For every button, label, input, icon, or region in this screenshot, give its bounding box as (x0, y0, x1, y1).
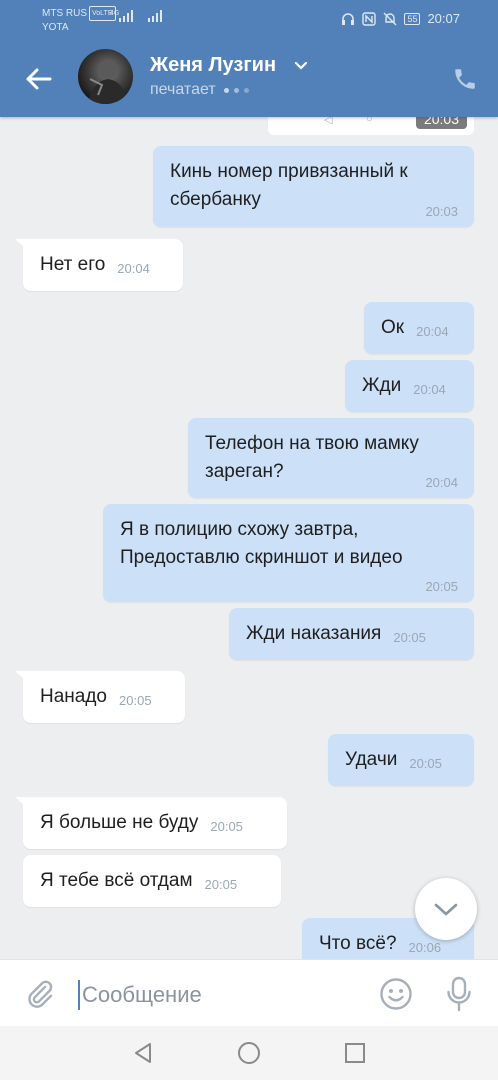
microphone-icon[interactable] (446, 976, 472, 1012)
typing-label: печатает (150, 81, 216, 98)
message-text: Что всё? (319, 933, 397, 954)
message-time: 20:05 (393, 630, 426, 645)
message-time: 20:04 (425, 475, 458, 490)
phone-icon[interactable] (452, 66, 478, 92)
typing-dots (223, 87, 249, 93)
message-composer (0, 959, 498, 1027)
battery-indicator: 55 (404, 12, 421, 25)
message-time: 20:04 (117, 261, 150, 276)
nfc-icon (362, 11, 377, 26)
message-bubble-outgoing[interactable]: Удачи 20:05 (328, 734, 474, 786)
message-bubble-incoming[interactable]: Я тебе всё отдам 20:05 (23, 855, 281, 907)
signal-2-icon (148, 10, 162, 22)
nav-recents-icon[interactable] (343, 1041, 367, 1065)
nav-home-thumb-icon: ○ (366, 117, 373, 125)
message-time: 20:05 (425, 579, 458, 594)
message-text: Жди (362, 375, 402, 396)
system-navigation-bar (0, 1026, 498, 1080)
contact-name[interactable]: Женя Лузгин (150, 54, 276, 77)
message-bubble-outgoing[interactable]: Ок 20:04 (364, 302, 474, 354)
carrier-2: YOTA (42, 22, 69, 33)
message-text: Удачи (345, 749, 398, 770)
chevron-down-icon[interactable] (294, 61, 308, 71)
message-text: Я больше не буду (40, 812, 199, 833)
avatar[interactable] (78, 49, 133, 104)
message-time: 20:04 (416, 324, 449, 339)
bubble-tail (15, 671, 33, 687)
message-bubble-incoming[interactable]: Нет его 20:04 (15, 239, 183, 291)
message-bubble-outgoing[interactable]: Я в полицию схожу завтра, Предоставлю ск… (103, 504, 474, 602)
nav-back-thumb-icon: ◁ (324, 117, 333, 126)
message-bubble-incoming[interactable]: Нанадо 20:05 (15, 671, 185, 723)
signal-icon (119, 10, 133, 22)
message-bubble-outgoing[interactable]: Телефон на твою мамку зареган? 20:04 (188, 418, 474, 498)
mute-icon (383, 12, 397, 25)
message-input[interactable] (82, 978, 362, 1012)
message-bubble-outgoing[interactable]: Жди наказания 20:05 (229, 608, 474, 660)
bubble-tail (15, 797, 33, 813)
message-time: 20:05 (204, 877, 238, 892)
message-time: 20:04 (413, 382, 446, 397)
message-text: Телефон на твою мамку зареган? (205, 433, 419, 482)
message-bubble-outgoing[interactable]: Жди 20:04 (345, 360, 474, 412)
message-text: Нанадо (40, 686, 108, 707)
message-time: 20:05 (409, 756, 442, 771)
message-time: 20:06 (408, 940, 442, 955)
message-time: 20:05 (119, 693, 152, 708)
image-time-badge: 20:03 (415, 117, 467, 129)
scroll-to-bottom-button[interactable] (415, 878, 477, 940)
status-right: 55 20:07 (341, 11, 460, 26)
carrier-info: MTS RUS VoLTE YOTA (42, 6, 116, 34)
clock: 20:07 (427, 11, 460, 26)
carrier-1: MTS RUS (42, 8, 87, 19)
message-bubble-incoming[interactable]: Я больше не буду 20:05 (15, 797, 287, 849)
message-bubble-outgoing[interactable]: Кинь номер привязанный к сбербанку 20:03 (153, 146, 474, 227)
nav-back-icon[interactable] (131, 1041, 155, 1065)
message-text: Нет его (40, 254, 106, 275)
message-text: Ок (381, 317, 405, 338)
bubble-tail (15, 239, 33, 255)
message-text: Я тебе всё отдам (40, 870, 193, 891)
nav-home-icon[interactable] (237, 1041, 261, 1065)
message-text: Жди наказания (246, 623, 382, 644)
chat-header: MTS RUS VoLTE YOTA 4G 55 20:07 Женя Лузги… (0, 0, 498, 117)
smiley-icon[interactable] (379, 977, 413, 1011)
chevron-down-icon (434, 903, 458, 916)
message-text: Кинь номер привязанный к сбербанку (170, 161, 408, 210)
text-cursor (78, 980, 80, 1010)
headphones-icon (342, 12, 355, 25)
back-arrow-icon[interactable] (22, 63, 54, 95)
status-bar: MTS RUS VoLTE YOTA 4G 55 20:07 (0, 0, 498, 40)
paperclip-icon[interactable] (24, 978, 56, 1010)
message-time: 20:05 (210, 819, 243, 834)
message-text: Я в полицию схожу завтра, Предоставлю ск… (120, 519, 403, 568)
avatar-photo (88, 59, 128, 104)
message-list[interactable]: ◁ ○ 20:03 Кинь номер привязанный к сберб… (0, 117, 498, 959)
message-time: 20:03 (425, 204, 458, 219)
typing-status: печатает (150, 81, 249, 99)
